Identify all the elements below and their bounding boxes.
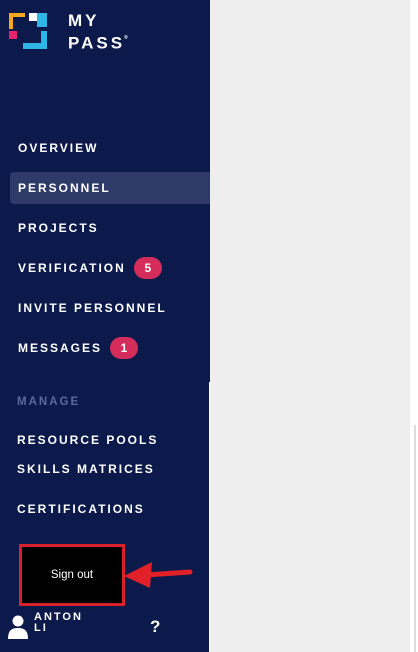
sidebar: MY PASS® OVERVIEW PERSONNEL PROJECTS VER…	[0, 0, 210, 652]
signout-highlight-box: Sign out	[19, 544, 125, 606]
nav-messages-label: MESSAGES	[18, 341, 103, 355]
user-last-name: LI	[34, 622, 48, 634]
messages-count-badge: 1	[110, 337, 139, 359]
content-divider	[209, 382, 210, 652]
nav-invite-personnel[interactable]: INVITE PERSONNEL	[10, 292, 210, 324]
brand-line1: MY	[68, 11, 100, 30]
manage-section-label: MANAGE	[17, 396, 81, 408]
brand-line2: PASS	[68, 33, 126, 53]
brand-name: MY PASS®	[68, 11, 128, 54]
brand-mark: ®	[124, 35, 128, 41]
nav-messages[interactable]: MESSAGES 1	[10, 332, 210, 364]
user-name: ANTON LI	[34, 612, 94, 634]
mypass-logo[interactable]	[9, 13, 49, 49]
nav-resource-pools[interactable]: RESOURCE POOLS	[17, 433, 158, 447]
nav-invite-label: INVITE PERSONNEL	[18, 301, 167, 315]
signout-button[interactable]: Sign out	[25, 550, 119, 600]
help-icon[interactable]: ?	[150, 617, 160, 637]
nav-personnel[interactable]: PERSONNEL	[10, 172, 210, 204]
nav-personnel-label: PERSONNEL	[18, 181, 111, 195]
verification-count-badge: 5	[133, 257, 162, 279]
red-arrow-annotation	[124, 562, 193, 588]
nav-skills-matrices[interactable]: SKILLS MATRICES	[17, 462, 155, 476]
nav-verification[interactable]: VERIFICATION 5	[10, 252, 210, 284]
nav-overview-label: OVERVIEW	[18, 141, 99, 155]
nav-verification-label: VERIFICATION	[18, 261, 126, 275]
nav-certifications[interactable]: CERTIFICATIONS	[17, 502, 145, 516]
nav-projects[interactable]: PROJECTS	[10, 212, 210, 244]
user-icon	[8, 615, 28, 639]
nav-projects-label: PROJECTS	[18, 221, 99, 235]
nav-overview[interactable]: OVERVIEW	[10, 132, 210, 164]
content-scroll-edge	[414, 425, 416, 652]
user-profile[interactable]: ANTON LI	[8, 612, 94, 639]
